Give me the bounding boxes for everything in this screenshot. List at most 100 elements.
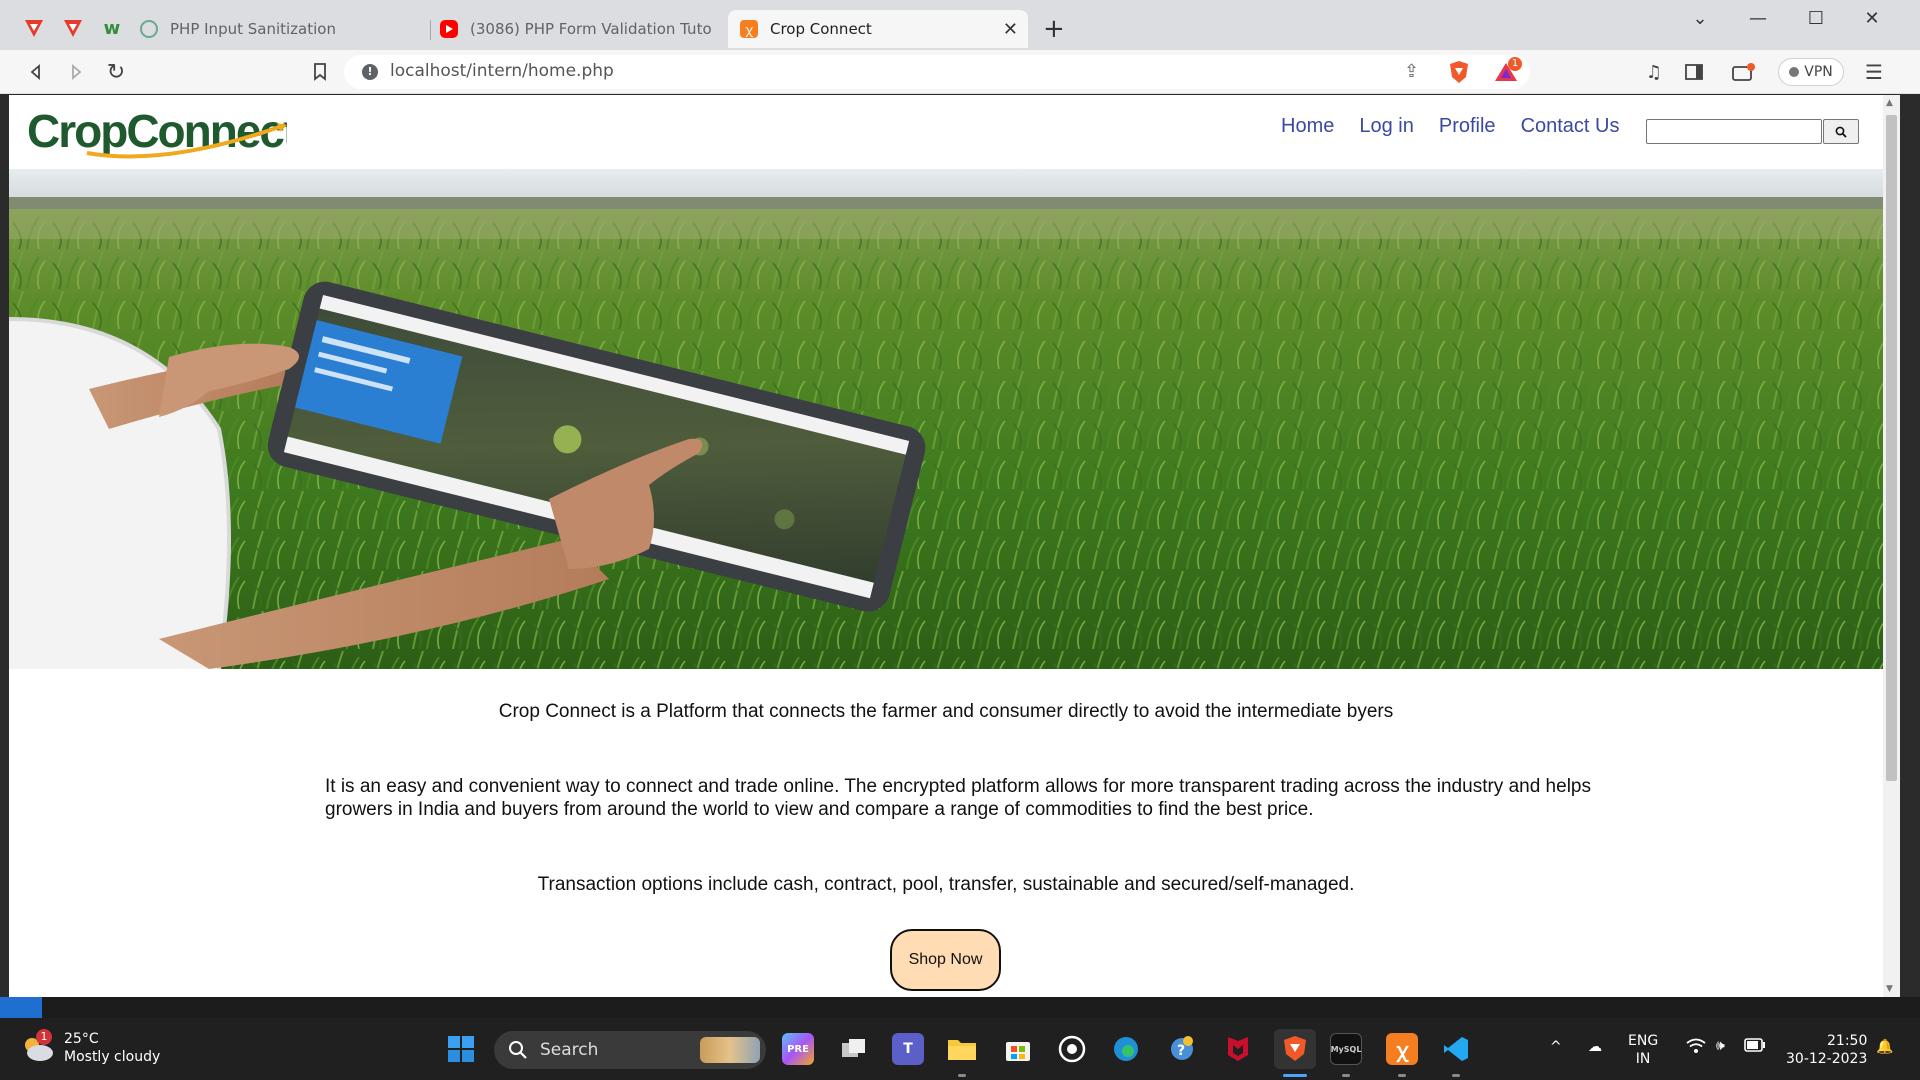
tab-title: PHP Input Sanitization — [170, 20, 336, 38]
teams-icon[interactable]: T — [892, 1033, 924, 1065]
file-explorer-icon[interactable] — [946, 1033, 978, 1065]
lang-top: ENG — [1628, 1033, 1659, 1049]
tab-crop-connect[interactable]: ꭓ Crop Connect ✕ — [728, 10, 1028, 48]
site-search — [1646, 119, 1859, 144]
scroll-up-icon[interactable]: ▲ — [1886, 98, 1893, 108]
share-icon[interactable]: ⇪ — [1404, 61, 1419, 82]
media-button[interactable]: ♫ — [1640, 58, 1668, 86]
tab-php-form-validation[interactable]: (3086) PHP Form Validation Tutorial | F — [428, 10, 723, 48]
crop-connect-logo[interactable]: CropConnect — [27, 103, 300, 159]
reload-icon: ↻ — [106, 59, 126, 85]
sidebar-button[interactable] — [1680, 58, 1708, 86]
search-input[interactable] — [1646, 119, 1822, 144]
background-window-accent — [0, 997, 42, 1018]
volume-icon[interactable]: 🕪 — [1716, 1037, 1725, 1055]
chatgpt-icon — [140, 20, 158, 38]
field-with-tablet-illustration — [9, 169, 1883, 669]
browser-toolbar: ↻ ! localhost/intern/home.php ⇪ 1 ♫ VPN … — [0, 50, 1920, 94]
bookmark-icon — [314, 63, 326, 81]
nav-login-link[interactable]: Log in — [1359, 115, 1414, 138]
description-text: It is an easy and convenient way to conn… — [325, 776, 1591, 820]
onedrive-cloud-icon[interactable]: ☁ — [1588, 1038, 1602, 1056]
vpn-label: VPN — [1804, 64, 1833, 80]
transaction-text: Transaction options include cash, contra… — [537, 874, 1355, 895]
tab-search-chevron-icon[interactable]: ⌄ — [1680, 8, 1720, 29]
logo-mark: CropConnect — [27, 105, 300, 159]
weather-badge: 1 — [36, 1029, 52, 1045]
youtube-icon — [440, 20, 458, 38]
search-highlight-icon — [700, 1037, 760, 1063]
language-indicator[interactable]: ENG IN — [1628, 1032, 1658, 1068]
battery-icon[interactable] — [1744, 1038, 1766, 1057]
weather-temp: 25°C — [64, 1031, 99, 1047]
copilot-icon[interactable]: PRE — [782, 1033, 814, 1065]
logo-text: CropConnect — [27, 105, 287, 157]
taskbar-search[interactable]: Search — [494, 1031, 766, 1069]
mysql-console-icon[interactable]: MySQL — [1330, 1033, 1362, 1065]
show-hidden-icons-chevron-icon[interactable]: ^ — [1550, 1038, 1562, 1056]
new-tab-button[interactable]: + — [1043, 16, 1065, 42]
clock[interactable]: 21:50 30-12-2023 — [1786, 1032, 1867, 1068]
nav-home-link[interactable]: Home — [1281, 115, 1334, 138]
svg-text:?: ? — [1177, 1043, 1185, 1059]
search-button[interactable] — [1823, 119, 1859, 144]
bookmark-button[interactable] — [306, 58, 334, 86]
close-tab-icon[interactable]: ✕ — [1003, 19, 1018, 40]
weather-widget[interactable]: 1 25°C Mostly cloudy — [20, 1029, 160, 1066]
maximize-button[interactable]: ☐ — [1796, 8, 1836, 29]
scroll-down-icon[interactable]: ▼ — [1886, 984, 1893, 994]
tab-title: Crop Connect — [770, 20, 872, 38]
windows-logo-icon — [448, 1036, 474, 1062]
wallet-button[interactable] — [1730, 58, 1758, 86]
active-app-indicator — [1283, 1074, 1307, 1077]
edge-icon[interactable] — [1110, 1033, 1142, 1065]
vpn-status-icon — [1789, 67, 1800, 77]
rewards-count-badge: 1 — [1508, 57, 1522, 71]
background-window-strip — [0, 997, 1920, 1018]
running-indicator — [1452, 1074, 1460, 1077]
pinned-tab-w[interactable]: w — [96, 12, 128, 44]
python-idle-icon[interactable]: ? — [1166, 1033, 1198, 1065]
minimize-button[interactable]: — — [1738, 8, 1778, 29]
address-bar[interactable]: ! localhost/intern/home.php ⇪ 1 — [344, 55, 1530, 89]
notification-bell-icon[interactable]: 🔔 — [1876, 1038, 1893, 1056]
brave-pinned-icon — [64, 20, 82, 37]
running-indicator — [1342, 1074, 1350, 1077]
vscode-icon[interactable] — [1440, 1033, 1472, 1065]
github-desktop-icon[interactable] — [1056, 1033, 1088, 1065]
forward-icon — [72, 64, 82, 80]
close-window-button[interactable]: ✕ — [1852, 8, 1892, 29]
back-icon — [30, 64, 40, 80]
windows-taskbar: 1 25°C Mostly cloudy Search PRE T ? MySQ… — [0, 1018, 1920, 1080]
brave-browser-icon[interactable] — [1274, 1029, 1316, 1069]
pinned-tab-brave[interactable] — [57, 12, 89, 44]
scrollbar-thumb[interactable] — [1886, 115, 1897, 781]
menu-button[interactable]: ☰ — [1860, 58, 1888, 86]
pinned-tab-brave-talk[interactable] — [18, 12, 50, 44]
search-icon — [1835, 126, 1847, 138]
running-indicator — [1398, 1074, 1406, 1077]
start-button[interactable] — [445, 1033, 477, 1065]
page-viewport: CropConnect Home Log in Profile Contact … — [9, 95, 1883, 997]
nav-profile-link[interactable]: Profile — [1439, 115, 1496, 138]
brave-shields-icon[interactable] — [1448, 60, 1470, 88]
reload-button[interactable]: ↻ — [102, 58, 130, 86]
microsoft-store-icon[interactable] — [1002, 1033, 1034, 1065]
tab-php-input-sanitization[interactable]: PHP Input Sanitization — [128, 10, 423, 48]
brave-pinned-icon — [25, 20, 43, 37]
xampp-taskbar-icon[interactable]: ꭓ — [1386, 1033, 1418, 1065]
intro-text: Crop Connect is a Platform that connects… — [498, 701, 1394, 722]
search-icon — [509, 1041, 527, 1059]
page-scrollbar[interactable]: ▲ ▼ — [1883, 95, 1900, 997]
back-button[interactable] — [22, 58, 50, 86]
vpn-button[interactable]: VPN — [1778, 58, 1844, 86]
url-text: localhost/intern/home.php — [390, 61, 614, 81]
mcafee-icon[interactable] — [1222, 1033, 1254, 1065]
site-info-icon[interactable]: ! — [362, 64, 378, 80]
task-view-icon[interactable] — [838, 1033, 870, 1065]
running-indicator — [958, 1074, 966, 1077]
wifi-icon[interactable] — [1686, 1038, 1706, 1059]
nav-contact-link[interactable]: Contact Us — [1521, 115, 1620, 138]
forward-button[interactable] — [62, 58, 90, 86]
shop-now-button[interactable]: Shop Now — [890, 929, 1001, 991]
